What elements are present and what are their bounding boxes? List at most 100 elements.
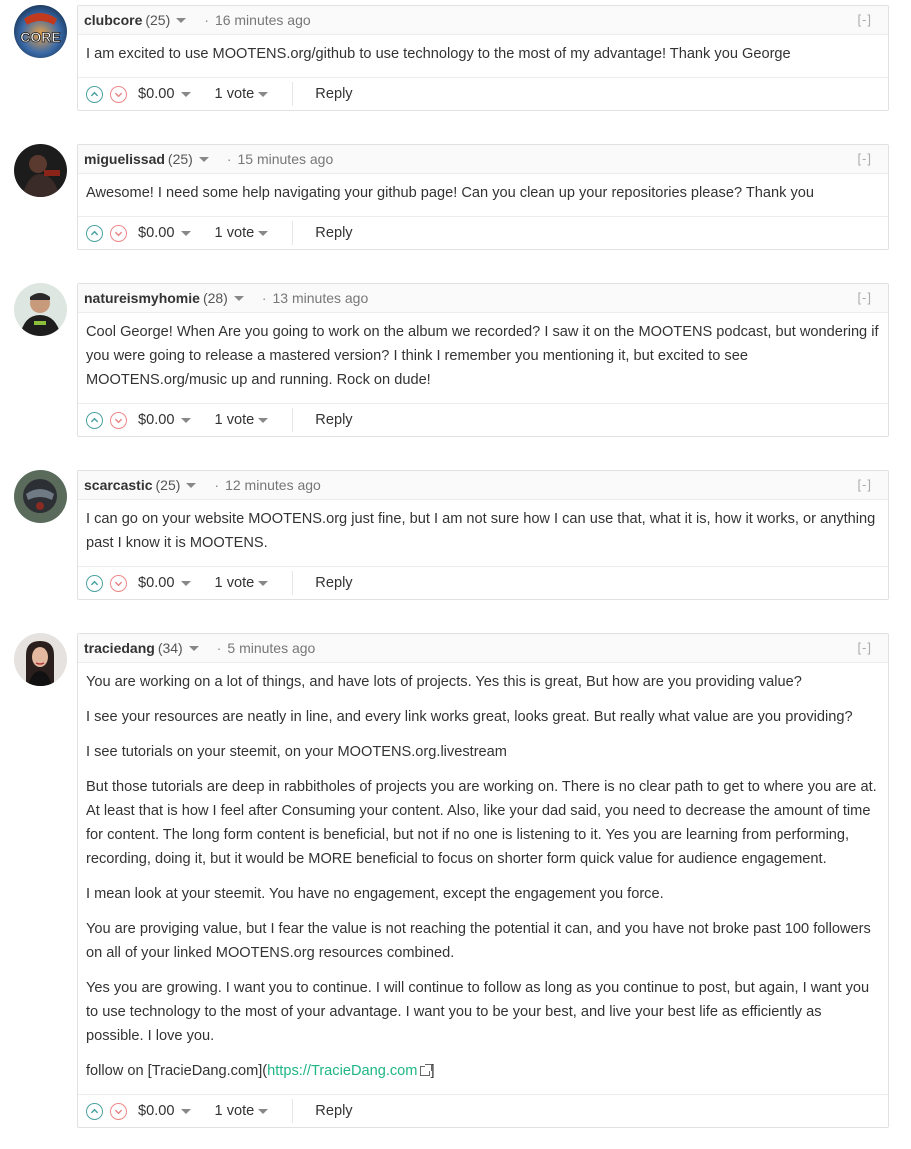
votes-chevron-down-icon[interactable]: [258, 580, 269, 586]
chevron-down-icon: [114, 418, 123, 423]
payout-value[interactable]: $0.00: [138, 86, 175, 102]
comment-paragraph: But those tutorials are deep in rabbitho…: [86, 779, 877, 867]
comment-header: natureismyhomie (28) · 13 minutes ago [-…: [78, 284, 888, 313]
author-menu-chevron-down-icon[interactable]: [188, 645, 199, 651]
author-reputation: (25): [167, 151, 193, 167]
payout-chevron-down-icon[interactable]: [180, 1108, 191, 1114]
timestamp[interactable]: 12 minutes ago: [225, 477, 321, 493]
comment-card: traciedang (34) · 5 minutes ago [-] You …: [77, 633, 889, 1128]
collapse-button[interactable]: [-]: [857, 151, 872, 166]
follow-line: follow on [TracieDang.com](https://Traci…: [86, 1059, 880, 1083]
comment-body: Awesome! I need some help navigating you…: [78, 174, 888, 205]
payout-chevron-down-icon[interactable]: [180, 91, 191, 97]
comment-paragraph: You are working on a lot of things, and …: [86, 674, 802, 690]
divider: [292, 408, 294, 432]
external-link[interactable]: https://TracieDang.com: [267, 1063, 417, 1079]
timestamp[interactable]: 5 minutes ago: [227, 640, 315, 656]
payout-chevron-down-icon[interactable]: [180, 417, 191, 423]
chevron-up-icon: [90, 230, 99, 235]
separator-dot: ·: [261, 290, 267, 306]
comment-body: I can go on your website MOOTENS.org jus…: [78, 500, 888, 555]
author-menu-chevron-down-icon[interactable]: [233, 295, 244, 301]
reply-button[interactable]: Reply: [315, 86, 352, 102]
vote-count[interactable]: 1 vote: [215, 225, 255, 241]
timestamp[interactable]: 13 minutes ago: [273, 290, 369, 306]
vote-count[interactable]: 1 vote: [215, 412, 255, 428]
upvote-button[interactable]: [86, 1102, 103, 1120]
vote-count[interactable]: 1 vote: [215, 1103, 255, 1119]
upvote-button[interactable]: [86, 411, 103, 429]
author-reputation: (25): [155, 477, 181, 493]
avatar[interactable]: [14, 144, 67, 197]
author-reputation: (34): [157, 640, 183, 656]
downvote-button[interactable]: [110, 85, 127, 103]
avatar[interactable]: [14, 470, 67, 523]
downvote-button[interactable]: [110, 224, 127, 242]
timestamp[interactable]: 15 minutes ago: [238, 151, 334, 167]
comment-paragraph: I am excited to use MOOTENS.org/github t…: [86, 46, 791, 62]
chevron-up-icon: [90, 1108, 99, 1113]
comment-body: I am excited to use MOOTENS.org/github t…: [78, 35, 888, 66]
avatar-image-icon: [14, 144, 67, 197]
separator-dot: ·: [226, 151, 232, 167]
timestamp[interactable]: 16 minutes ago: [215, 12, 311, 28]
upvote-button[interactable]: [86, 85, 103, 103]
author-name[interactable]: natureismyhomie: [84, 290, 200, 306]
comment-body: You are working on a lot of things, and …: [78, 663, 888, 1083]
comment-paragraph: I see your resources are neatly in line,…: [86, 709, 853, 725]
author-menu-chevron-down-icon[interactable]: [176, 17, 187, 23]
payout-chevron-down-icon[interactable]: [180, 580, 191, 586]
chevron-up-icon: [90, 417, 99, 422]
author-name[interactable]: clubcore: [84, 12, 142, 28]
collapse-button[interactable]: [-]: [857, 290, 872, 305]
collapse-button[interactable]: [-]: [857, 12, 872, 27]
upvote-button[interactable]: [86, 574, 103, 592]
avatar[interactable]: CORE: [14, 5, 67, 58]
downvote-button[interactable]: [110, 411, 127, 429]
reply-button[interactable]: Reply: [315, 1103, 352, 1119]
comment-footer: $0.00 1 vote Reply: [78, 216, 888, 249]
comment-footer: $0.00 1 vote Reply: [78, 403, 888, 436]
avatar-image-icon: [14, 283, 67, 336]
author-reputation: (28): [202, 290, 228, 306]
upvote-button[interactable]: [86, 224, 103, 242]
reply-button[interactable]: Reply: [315, 225, 352, 241]
author-menu-chevron-down-icon[interactable]: [186, 482, 197, 488]
comment-footer: $0.00 1 vote Reply: [78, 77, 888, 110]
reply-button[interactable]: Reply: [315, 412, 352, 428]
votes-chevron-down-icon[interactable]: [258, 91, 269, 97]
votes-chevron-down-icon[interactable]: [258, 1108, 269, 1114]
chevron-up-icon: [90, 91, 99, 96]
separator-dot: ·: [214, 477, 220, 493]
comment-paragraph: You are proviging value, but I fear the …: [86, 921, 871, 961]
avatar[interactable]: [14, 283, 67, 336]
downvote-button[interactable]: [110, 1102, 127, 1120]
separator-dot: ·: [204, 12, 209, 28]
comment-card: scarcastic (25) · 12 minutes ago [-] I c…: [77, 470, 889, 600]
payout-value[interactable]: $0.00: [138, 575, 175, 591]
reply-button[interactable]: Reply: [315, 575, 352, 591]
payout-value[interactable]: $0.00: [138, 412, 175, 428]
votes-chevron-down-icon[interactable]: [258, 417, 269, 423]
author-menu-chevron-down-icon[interactable]: [198, 156, 209, 162]
chevron-down-icon: [114, 92, 123, 97]
collapse-button[interactable]: [-]: [857, 477, 872, 492]
payout-value[interactable]: $0.00: [138, 1103, 175, 1119]
avatar[interactable]: [14, 633, 67, 686]
votes-chevron-down-icon[interactable]: [258, 230, 269, 236]
comment-card: clubcore (25) · 16 minutes ago [-] I am …: [77, 5, 889, 111]
vote-count[interactable]: 1 vote: [215, 86, 255, 102]
downvote-button[interactable]: [110, 574, 127, 592]
payout-value[interactable]: $0.00: [138, 225, 175, 241]
vote-count[interactable]: 1 vote: [215, 575, 255, 591]
payout-chevron-down-icon[interactable]: [180, 230, 191, 236]
separator-dot: ·: [216, 640, 222, 656]
comment-footer: $0.00 1 vote Reply: [78, 1094, 888, 1127]
author-name[interactable]: scarcastic: [84, 477, 153, 493]
chevron-down-icon: [114, 1109, 123, 1114]
collapse-button[interactable]: [-]: [857, 640, 872, 655]
comment-paragraph: Yes you are growing. I want you to conti…: [86, 980, 870, 1044]
author-name[interactable]: miguelissad: [84, 151, 165, 167]
author-name[interactable]: traciedang: [84, 640, 155, 656]
comment-paragraph: I mean look at your steemit. You have no…: [86, 886, 664, 902]
